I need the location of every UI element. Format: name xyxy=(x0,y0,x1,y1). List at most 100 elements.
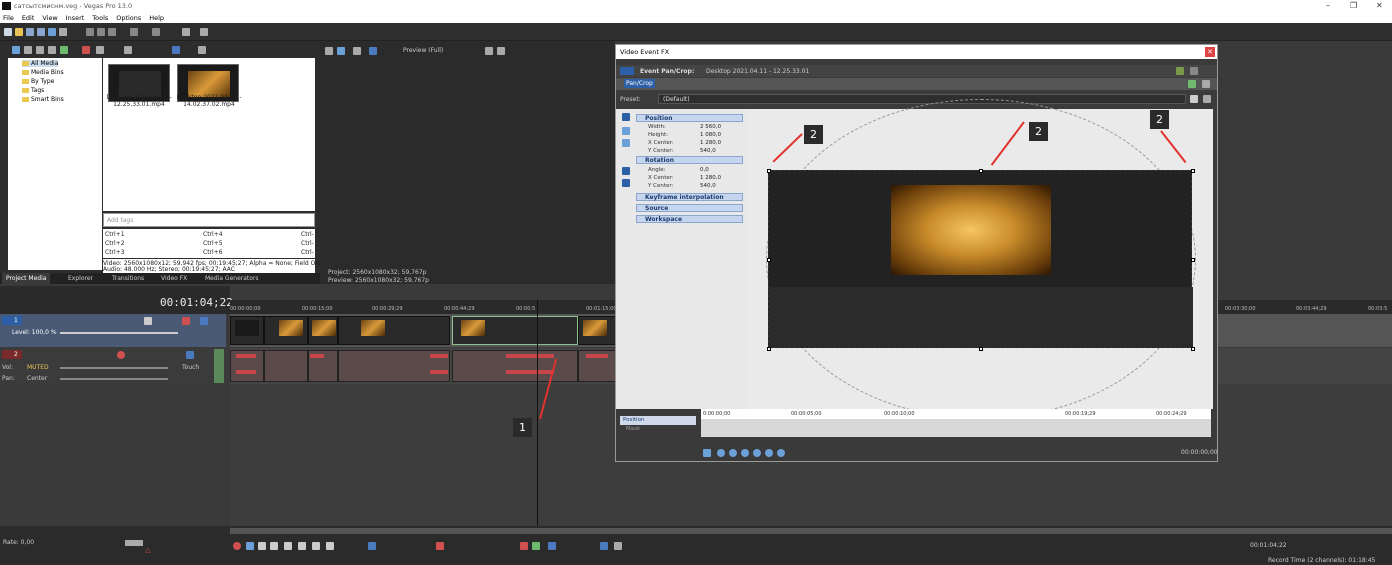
pan-crop-chain-button[interactable]: Pan/Crop xyxy=(624,79,655,88)
menu-file[interactable]: File xyxy=(3,14,14,22)
video-clip[interactable] xyxy=(264,316,308,345)
what-is-this-icon[interactable] xyxy=(200,28,208,36)
bypass-fx-icon[interactable] xyxy=(1176,67,1184,75)
tree-item-all-media[interactable]: All Media xyxy=(22,60,59,67)
enable-rotation-icon[interactable] xyxy=(622,139,630,147)
menu-view[interactable]: View xyxy=(42,14,57,22)
tags-input[interactable]: Add tags xyxy=(103,213,315,227)
audio-clip[interactable] xyxy=(264,350,308,382)
pan-slider[interactable] xyxy=(60,378,168,380)
tree-item-tags[interactable]: Tags xyxy=(22,87,44,94)
tab-transitions[interactable]: Transitions xyxy=(112,275,144,282)
frame-handle-bottom-left[interactable] xyxy=(767,347,771,351)
frame-handle-bottom[interactable] xyxy=(979,347,983,351)
kf-track-area[interactable] xyxy=(701,419,1211,437)
views-icon[interactable] xyxy=(172,46,180,54)
preview-properties-icon[interactable] xyxy=(325,47,333,55)
prop-height-value[interactable]: 1 080,0 xyxy=(700,132,721,138)
track-fx-icon[interactable] xyxy=(144,317,152,325)
paste-icon[interactable] xyxy=(108,28,116,36)
kf-track-mask[interactable]: Mask xyxy=(626,426,640,432)
fx-close-button[interactable]: ✕ xyxy=(1205,47,1215,57)
render-icon[interactable] xyxy=(48,28,56,36)
mute-icon[interactable] xyxy=(200,317,208,325)
go-to-start-icon[interactable] xyxy=(312,542,320,550)
preview-quality-dropdown[interactable]: Preview (Full) xyxy=(403,47,443,54)
menu-insert[interactable]: Insert xyxy=(66,14,85,22)
undo-icon[interactable] xyxy=(130,28,138,36)
save-as-icon[interactable] xyxy=(37,28,45,36)
frame-handle-top-left[interactable] xyxy=(767,169,771,173)
level-slider[interactable] xyxy=(60,332,178,334)
tab-project-media[interactable]: Project Media xyxy=(2,273,51,284)
delete-preset-icon[interactable] xyxy=(1203,95,1211,103)
capture-icon[interactable] xyxy=(24,46,32,54)
redo-icon[interactable] xyxy=(152,28,160,36)
prop-width-value[interactable]: 2 560,0 xyxy=(700,124,721,130)
maximize-icon[interactable]: ❐ xyxy=(1350,1,1357,10)
menu-help[interactable]: Help xyxy=(149,14,164,22)
tab-media-generators[interactable]: Media Generators xyxy=(205,275,259,282)
video-clip[interactable] xyxy=(230,316,264,345)
menu-edit[interactable]: Edit xyxy=(22,14,35,22)
search-icon[interactable] xyxy=(198,46,206,54)
pan-crop-frame[interactable] xyxy=(767,169,1195,351)
video-clip[interactable] xyxy=(308,316,338,345)
preset-dropdown[interactable]: (Default) xyxy=(658,94,1186,104)
tree-item-smart-bins[interactable]: Smart Bins xyxy=(22,96,64,103)
auto-ripple-icon[interactable] xyxy=(548,542,556,550)
kf-ruler[interactable]: 0:00:00;00 00:00:05;00 00:00:10;00 00:00… xyxy=(701,409,1211,419)
external-monitor-icon[interactable] xyxy=(337,47,345,55)
insert-marker-icon[interactable] xyxy=(520,542,528,550)
zoom-edit-icon[interactable] xyxy=(622,127,630,135)
split-screen-icon[interactable] xyxy=(369,47,377,55)
frame-handle-right[interactable] xyxy=(1191,258,1195,262)
lock-aspect-icon[interactable] xyxy=(622,179,630,187)
loop-playback-icon[interactable] xyxy=(246,542,254,550)
fx-options-icon[interactable] xyxy=(1190,67,1198,75)
prop-rot-x-center-value[interactable]: 1 280,0 xyxy=(700,175,721,181)
frame-handle-top-right[interactable] xyxy=(1191,169,1195,173)
next-keyframe-icon[interactable] xyxy=(741,449,749,457)
extract-audio-icon[interactable] xyxy=(48,46,56,54)
stop-icon[interactable] xyxy=(298,542,306,550)
video-track-header[interactable]: 1 Level: 100,0 % xyxy=(0,314,226,347)
minimize-icon[interactable]: – xyxy=(1326,1,1330,10)
play-icon[interactable] xyxy=(270,542,278,550)
import-media-icon[interactable] xyxy=(12,46,20,54)
tab-explorer[interactable]: Explorer xyxy=(68,275,93,282)
group-keyframe-interpolation[interactable]: Keyframe interpolation xyxy=(636,193,743,201)
ignore-event-grouping-icon[interactable] xyxy=(614,542,622,550)
move-freely-icon[interactable] xyxy=(622,167,630,175)
auto-preview-icon[interactable] xyxy=(124,46,132,54)
new-project-icon[interactable] xyxy=(4,28,12,36)
copy-snapshot-icon[interactable] xyxy=(485,47,493,55)
track-motion-icon[interactable] xyxy=(182,317,190,325)
play-from-start-icon[interactable] xyxy=(258,542,266,550)
volume-slider[interactable] xyxy=(60,367,168,369)
delete-icon[interactable] xyxy=(436,542,444,550)
prop-angle-value[interactable]: 0,0 xyxy=(700,167,709,173)
insert-region-icon[interactable] xyxy=(532,542,540,550)
automation-mode[interactable]: Touch xyxy=(182,364,199,371)
video-clip[interactable] xyxy=(338,316,450,345)
last-keyframe-icon[interactable] xyxy=(753,449,761,457)
add-keyframe-icon[interactable] xyxy=(765,449,773,457)
prop-x-center-value[interactable]: 1 280,0 xyxy=(700,140,721,146)
plugin-chain-icon[interactable] xyxy=(1188,80,1196,88)
close-icon[interactable]: ✕ xyxy=(1376,1,1383,10)
open-icon[interactable] xyxy=(15,28,23,36)
mute-icon[interactable] xyxy=(186,351,194,359)
copy-icon[interactable] xyxy=(97,28,105,36)
remove-icon[interactable] xyxy=(82,46,90,54)
fx-title-bar[interactable]: Video Event FX ✕ xyxy=(616,45,1217,59)
tree-item-by-type[interactable]: By Type xyxy=(22,78,54,85)
save-snapshot-icon[interactable] xyxy=(497,47,505,55)
record-icon[interactable] xyxy=(233,542,241,550)
arm-record-icon[interactable] xyxy=(117,351,125,359)
normal-edit-icon[interactable] xyxy=(622,113,630,121)
media-fx-icon[interactable] xyxy=(96,46,104,54)
sync-cursor-icon[interactable] xyxy=(703,449,711,457)
delete-keyframe-icon[interactable] xyxy=(777,449,785,457)
menu-options[interactable]: Options xyxy=(116,14,141,22)
